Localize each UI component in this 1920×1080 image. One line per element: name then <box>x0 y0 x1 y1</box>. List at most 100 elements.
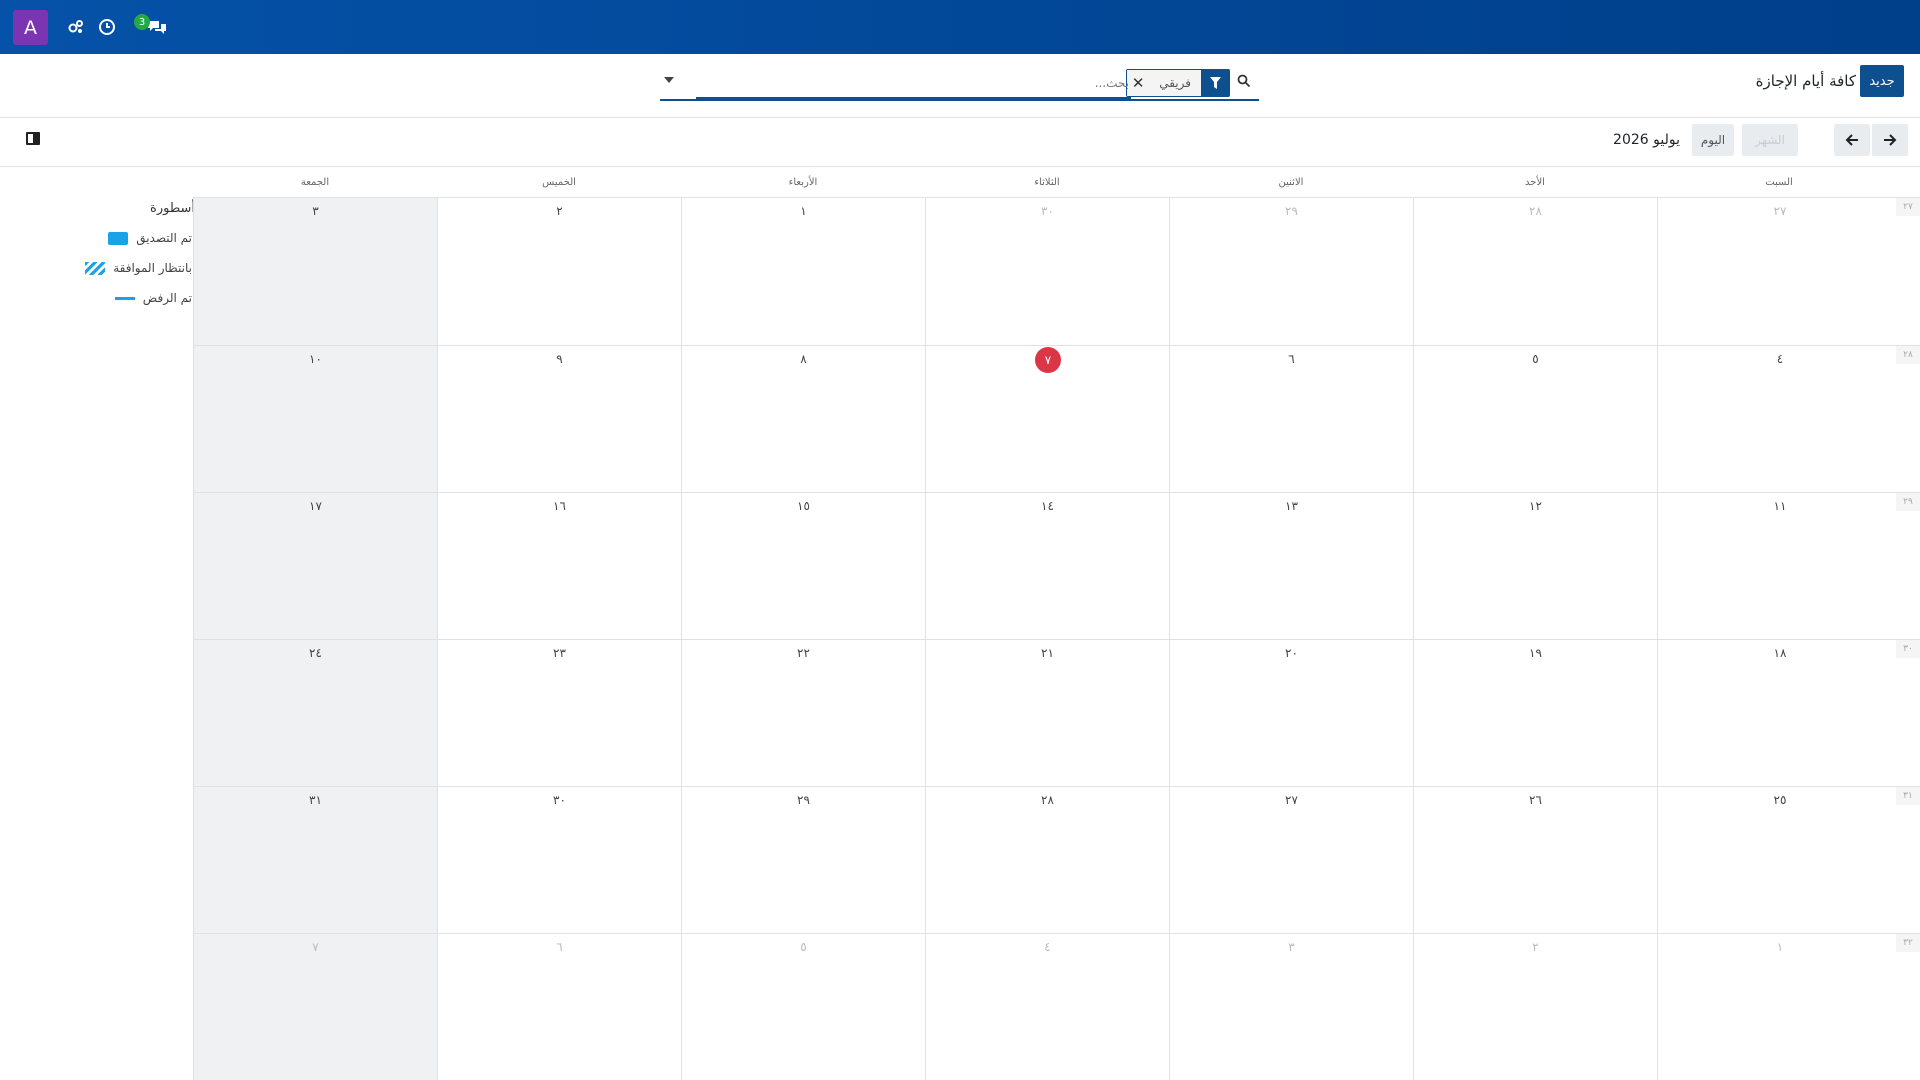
day-cell[interactable]: ٢٣ <box>437 639 681 786</box>
legend-label: بانتظار الموافقة <box>113 261 192 275</box>
day-number: ٢٠ <box>1285 646 1298 660</box>
day-cell[interactable]: ٨ <box>681 345 925 492</box>
day-number: ١٠ <box>309 352 322 366</box>
day-cell[interactable]: ١٦ <box>437 492 681 639</box>
day-cell[interactable]: ٢٨ <box>1413 197 1657 345</box>
week-number: ٢٧ <box>1896 198 1920 216</box>
search-options-caret-icon[interactable] <box>664 77 674 83</box>
week-number: ٢٨ <box>1896 346 1920 364</box>
day-cell[interactable]: ٣ <box>1169 933 1413 1080</box>
day-cell[interactable]: ١٥ <box>681 492 925 639</box>
legend-swatch-line <box>114 296 135 300</box>
day-number: ١٥ <box>797 499 810 513</box>
day-number: ٢٣ <box>553 646 566 660</box>
day-cell[interactable]: ٢٩ <box>1169 197 1413 345</box>
day-cell[interactable]: ٦ <box>437 933 681 1080</box>
day-cell[interactable]: ٢٧ <box>1657 197 1920 345</box>
day-number: ٣ <box>1288 940 1295 954</box>
day-cell[interactable]: ٥ <box>1413 345 1657 492</box>
day-number: ٣٠ <box>553 793 566 807</box>
breadcrumb: كافة أيام الإجازة <box>1755 72 1856 90</box>
day-cell[interactable]: ٤ <box>925 933 1169 1080</box>
chat-count-badge: 3 <box>134 14 150 30</box>
day-number: ٢٨ <box>1529 204 1542 218</box>
day-cell[interactable]: ٢٨ <box>925 786 1169 933</box>
day-number: ١٩ <box>1529 646 1542 660</box>
today-button[interactable]: اليوم <box>1692 124 1734 156</box>
previous-button[interactable] <box>1834 124 1870 156</box>
day-cell[interactable]: ٣ <box>193 197 437 345</box>
top-navbar: A 3 <box>0 0 1920 54</box>
weekday-header: الجمعة <box>300 176 330 188</box>
day-number: ٢٥ <box>1773 793 1787 807</box>
day-cell[interactable]: ٧ <box>193 933 437 1080</box>
day-cell[interactable]: ٧ <box>925 345 1169 492</box>
activity-icon[interactable] <box>64 15 88 39</box>
period-label: يوليو 2026 <box>1613 132 1680 148</box>
sidebar-toggle-icon[interactable] <box>26 132 40 145</box>
day-cell[interactable]: ٥ <box>681 933 925 1080</box>
day-number: ٤ <box>1776 352 1784 366</box>
day-cell[interactable]: ٢٤ <box>193 639 437 786</box>
day-number: ٢١ <box>1041 646 1054 660</box>
day-number: ٢٤ <box>309 646 322 660</box>
search-input[interactable] <box>696 69 1131 100</box>
day-cell[interactable]: ٢٦ <box>1413 786 1657 933</box>
day-number: ٢٧ <box>1285 793 1298 807</box>
day-number: ١ <box>800 204 807 218</box>
day-cell[interactable]: ٢١ <box>925 639 1169 786</box>
month-calendar: السبت الأحد الاثنين الثلاثاء الأربعاء الخميس ا… <box>193 167 1920 1080</box>
weekday-header: الأربعاء <box>788 176 818 188</box>
day-cell[interactable]: ١٤ <box>925 492 1169 639</box>
day-cell[interactable]: ١١ <box>1657 492 1920 639</box>
day-number: ٦ <box>1288 352 1295 366</box>
clock-icon[interactable] <box>95 15 119 39</box>
user-avatar[interactable]: A <box>13 10 48 45</box>
day-number: ٢ <box>556 204 563 218</box>
facet-value: فريقي <box>1149 70 1201 96</box>
day-cell[interactable]: ٩ <box>437 345 681 492</box>
day-cell[interactable]: ١٣ <box>1169 492 1413 639</box>
filter-icon <box>1201 70 1229 96</box>
week-number: ٣٢ <box>1896 934 1920 952</box>
week-number: ٣١ <box>1896 787 1920 805</box>
day-cell[interactable]: ٢ <box>437 197 681 345</box>
weekday-header: الثلاثاء <box>1034 176 1060 188</box>
legend-label: تم التصديق <box>136 231 192 245</box>
day-cell[interactable]: ٢٢ <box>681 639 925 786</box>
weekday-header: الأحد <box>1525 176 1545 188</box>
day-number: ١ <box>1776 940 1784 954</box>
control-panel: جديد كافة أيام الإجازة فريقي ✕ <box>0 55 1920 118</box>
weekday-header: السبت <box>1765 176 1793 188</box>
calendar-toolbar: الشهر اليوم يوليو 2026 <box>0 118 1920 167</box>
day-cell[interactable]: ٢٩ <box>681 786 925 933</box>
day-cell[interactable]: ١ <box>1657 933 1920 1080</box>
next-button[interactable] <box>1872 124 1908 156</box>
day-cell[interactable]: ١٨ <box>1657 639 1920 786</box>
day-number: ٢ <box>1532 940 1539 954</box>
legend-swatch-solid <box>108 231 129 245</box>
day-cell[interactable]: ١٩ <box>1413 639 1657 786</box>
day-number: ٥ <box>800 940 807 954</box>
new-button[interactable]: جديد <box>1860 65 1904 97</box>
day-number: ٤ <box>1044 940 1051 954</box>
day-cell[interactable]: ٦ <box>1169 345 1413 492</box>
scale-dropdown-button[interactable]: الشهر <box>1742 124 1798 156</box>
day-cell[interactable]: ٢٠ <box>1169 639 1413 786</box>
day-cell[interactable]: ٢٥ <box>1657 786 1920 933</box>
day-cell[interactable]: ٣٠ <box>437 786 681 933</box>
day-cell[interactable]: ٤ <box>1657 345 1920 492</box>
day-cell[interactable]: ٣١ <box>193 786 437 933</box>
day-cell[interactable]: ١٧ <box>193 492 437 639</box>
day-cell[interactable]: ١٢ <box>1413 492 1657 639</box>
day-cell[interactable]: ٢٧ <box>1169 786 1413 933</box>
day-number: ١٦ <box>553 499 566 513</box>
day-cell[interactable]: ١ <box>681 197 925 345</box>
day-cell[interactable]: ٢ <box>1413 933 1657 1080</box>
legend-item-approved: تم التصديق <box>108 228 192 248</box>
legend-swatch-hatched <box>85 261 106 275</box>
day-cell[interactable]: ٣٠ <box>925 197 1169 345</box>
day-cell[interactable]: ١٠ <box>193 345 437 492</box>
day-number: ١١ <box>1773 499 1787 513</box>
search-icon[interactable] <box>1237 73 1255 91</box>
